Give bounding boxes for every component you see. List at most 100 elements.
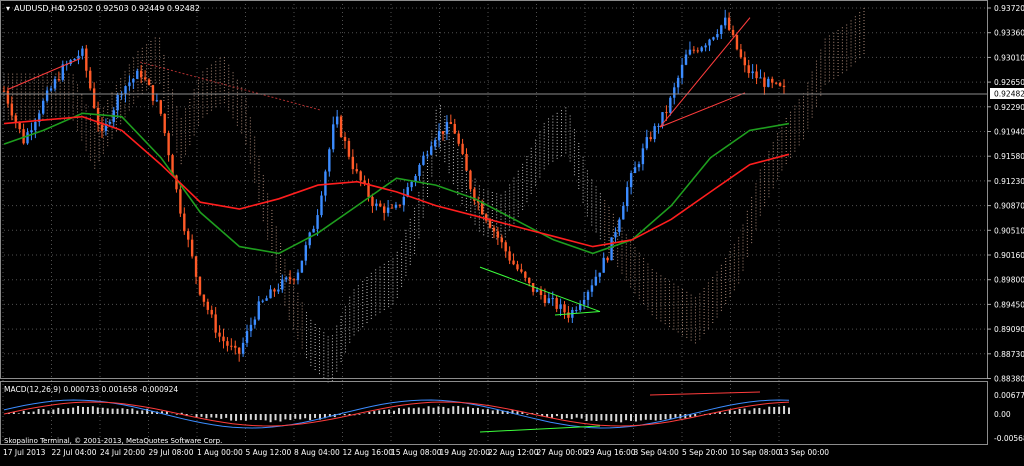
candle-body (237, 347, 241, 354)
time-axis[interactable]: 17 Jul 2013 22 Jul 04:00 24 Jul 20:00 29 Ju… (3, 448, 829, 457)
candle-body (716, 34, 719, 38)
price-tick-label: 0.91580 (994, 152, 1024, 161)
candle-body (418, 164, 421, 177)
candle-body (759, 77, 762, 79)
time-tick-label: 8 Aug 04:00 (294, 448, 340, 457)
chart-window[interactable]: ▾ AUDUSD,H4 0.92502 0.92503 0.92449 0.92… (0, 0, 1024, 462)
time-tick-label: 17 Jul 2013 (3, 448, 46, 457)
price-tick-label: 0.93360 (994, 29, 1024, 38)
candle-body (649, 137, 652, 140)
candle-body (124, 86, 127, 95)
candle-body (712, 37, 715, 40)
candle-body (626, 187, 629, 207)
candle-body (402, 196, 405, 205)
candle-body (727, 17, 731, 30)
candle-body (602, 257, 605, 273)
candle-body (516, 264, 519, 270)
candle-body (371, 196, 374, 207)
candle-body (508, 251, 511, 261)
candle-body (249, 324, 253, 332)
candle-body (190, 239, 194, 257)
candle-body (453, 123, 456, 134)
candle-body (53, 79, 57, 89)
time-tick-label: 27 Aug 00:00 (537, 448, 588, 457)
price-tick-label: 0.90870 (994, 202, 1024, 211)
time-tick-label: 13 Sep 00:00 (779, 448, 829, 457)
candle-body (488, 220, 492, 228)
candle-body (100, 124, 104, 131)
candle-body (390, 207, 394, 209)
candle-body (285, 277, 288, 280)
candle-body (449, 122, 453, 124)
candle-body (480, 202, 484, 215)
candle-body (202, 294, 206, 302)
candle-body (136, 70, 139, 79)
chart-canvas[interactable]: ▾ AUDUSD,H4 0.92502 0.92503 0.92449 0.92… (0, 0, 1024, 462)
candle-body (743, 57, 747, 66)
time-tick-label: 10 Sep 08:00 (731, 448, 781, 457)
candle-body (14, 115, 17, 122)
candle-body (89, 70, 92, 89)
candle-body (210, 309, 213, 315)
candle-body (676, 77, 680, 88)
candle-body (704, 45, 707, 48)
candle-body (265, 298, 268, 301)
candle-body (187, 231, 190, 240)
candle-body (539, 289, 543, 295)
time-tick-label: 15 Aug 08:00 (391, 448, 442, 457)
candle-body (222, 336, 225, 342)
candle-body (277, 289, 280, 292)
candle-body (767, 78, 770, 87)
candle-body (159, 100, 162, 114)
candle-body (2, 90, 6, 92)
candle-body (151, 85, 155, 101)
candle-body (206, 301, 210, 310)
price-tick-label: 0.93720 (994, 4, 1024, 13)
candle-body (731, 29, 735, 36)
candle-body (771, 78, 774, 83)
candle-body (324, 171, 327, 196)
time-tick-label: 24 Jul 20:00 (100, 448, 145, 457)
candle-body (684, 54, 688, 65)
candle-body (763, 77, 766, 87)
candle-body (692, 49, 696, 51)
price-tick-label: 0.90510 (994, 226, 1024, 235)
candle-body (147, 79, 151, 86)
candle-body (116, 94, 119, 111)
candle-body (234, 345, 237, 348)
price-tick-label: 0.88730 (994, 350, 1024, 359)
candle-body (594, 276, 598, 286)
candle-body (426, 154, 429, 156)
candle-body (351, 156, 355, 170)
candle-body (34, 121, 37, 131)
candle-body (394, 204, 398, 208)
current-price-label: 0.92482 (994, 90, 1024, 99)
time-tick-label: 1 Aug 00:00 (197, 448, 243, 457)
price-tick-label: 0.89800 (994, 276, 1024, 285)
candle-body (614, 232, 617, 238)
candle-body (300, 260, 304, 273)
candle-body (320, 195, 323, 216)
time-tick-label: 22 Jul 04:00 (52, 448, 97, 457)
candle-body (343, 136, 347, 141)
candle-body (496, 231, 500, 238)
candle-body (680, 64, 684, 78)
candle-body (218, 332, 221, 337)
candle-body (312, 228, 315, 233)
candle-body (57, 79, 61, 81)
candle-body (261, 300, 264, 302)
candle-body (622, 206, 625, 220)
symbol-arrow-icon[interactable]: ▾ (6, 4, 10, 13)
candle-body (304, 245, 308, 261)
candle-body (563, 304, 566, 313)
candle-body (441, 131, 445, 134)
ohlc-values: 0.92502 0.92503 0.92449 0.92482 (60, 4, 200, 13)
candle-body (73, 58, 76, 61)
candle-body (257, 301, 260, 320)
candle-body (445, 122, 449, 134)
candle-body (49, 88, 53, 91)
price-tick-label: 0.89090 (994, 325, 1024, 334)
candle-body (543, 294, 547, 303)
candle-body (296, 272, 300, 281)
candle-body (347, 140, 351, 157)
